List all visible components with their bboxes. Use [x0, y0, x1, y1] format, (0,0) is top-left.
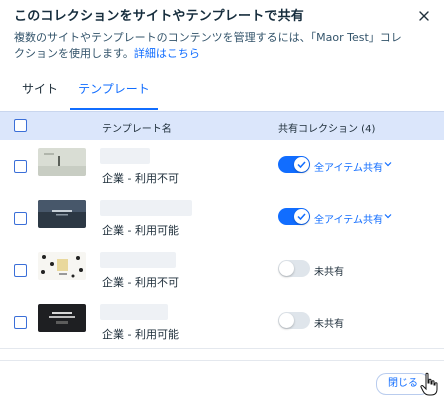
table-row: 企業 - 利用可能 全アイテム共有	[0, 192, 444, 245]
footer-divider	[0, 360, 444, 361]
dialog-title: このコレクションをサイトやテンプレートで共有	[14, 9, 305, 24]
template-thumbnail	[38, 252, 86, 280]
share-status-dropdown[interactable]: 全アイテム共有	[314, 159, 383, 174]
template-name-placeholder	[100, 200, 192, 216]
table-row: 企業 - 利用可能 未共有	[0, 296, 444, 349]
table-header: テンプレート名 共有コレクション (4)	[0, 111, 444, 140]
share-toggle[interactable]	[278, 260, 310, 277]
template-status: 企業 - 利用不可	[102, 276, 179, 289]
template-thumbnail	[38, 148, 86, 176]
row-checkbox[interactable]	[14, 212, 27, 225]
template-status: 企業 - 利用可能	[102, 224, 179, 237]
template-name-placeholder	[100, 148, 150, 164]
tab-sites[interactable]: サイト	[18, 74, 62, 108]
template-thumbnail	[38, 304, 86, 332]
column-shared-collections: 共有コレクション (4)	[278, 124, 376, 135]
check-icon	[297, 161, 306, 169]
row-checkbox[interactable]	[14, 264, 27, 277]
toggle-knob	[279, 313, 294, 328]
table-row: 企業 - 利用不可 全アイテム共有	[0, 140, 444, 193]
share-toggle[interactable]	[278, 312, 310, 329]
toggle-knob	[294, 209, 309, 224]
template-thumbnail	[38, 200, 86, 228]
share-toggle[interactable]	[278, 208, 310, 225]
template-status: 企業 - 利用不可	[102, 172, 179, 185]
row-checkbox[interactable]	[14, 160, 27, 173]
close-icon[interactable]	[416, 8, 432, 24]
share-toggle[interactable]	[278, 156, 310, 173]
template-name-placeholder	[100, 252, 176, 268]
tabs-bar: サイト テンプレート	[0, 74, 444, 110]
description-text: 複数のサイトやテンプレートのコンテンツを管理するには、「Maor Test」コレ…	[14, 31, 402, 60]
template-name-placeholder	[100, 304, 168, 320]
hand-cursor-icon	[420, 372, 438, 396]
chevron-down-icon[interactable]	[384, 160, 392, 168]
share-status: 未共有	[314, 319, 344, 330]
template-status: 企業 - 利用可能	[102, 328, 179, 341]
dialog-description: 複数のサイトやテンプレートのコンテンツを管理するには、「Maor Test」コレ…	[14, 30, 406, 62]
column-template-name: テンプレート名	[102, 124, 172, 135]
chevron-down-icon[interactable]	[384, 212, 392, 220]
toggle-knob	[294, 157, 309, 172]
select-all-checkbox[interactable]	[14, 119, 27, 132]
tab-templates[interactable]: テンプレート	[70, 74, 158, 110]
share-status: 未共有	[314, 267, 344, 278]
toggle-knob	[279, 261, 294, 276]
row-checkbox[interactable]	[14, 316, 27, 329]
share-status-dropdown[interactable]: 全アイテム共有	[314, 211, 383, 226]
table-row: 企業 - 利用不可 未共有	[0, 244, 444, 297]
check-icon	[297, 213, 306, 221]
dialog-header: このコレクションをサイトやテンプレートで共有 複数のサイトやテンプレートのコンテ…	[14, 8, 406, 62]
details-link[interactable]: 詳細はこちら	[134, 47, 200, 60]
